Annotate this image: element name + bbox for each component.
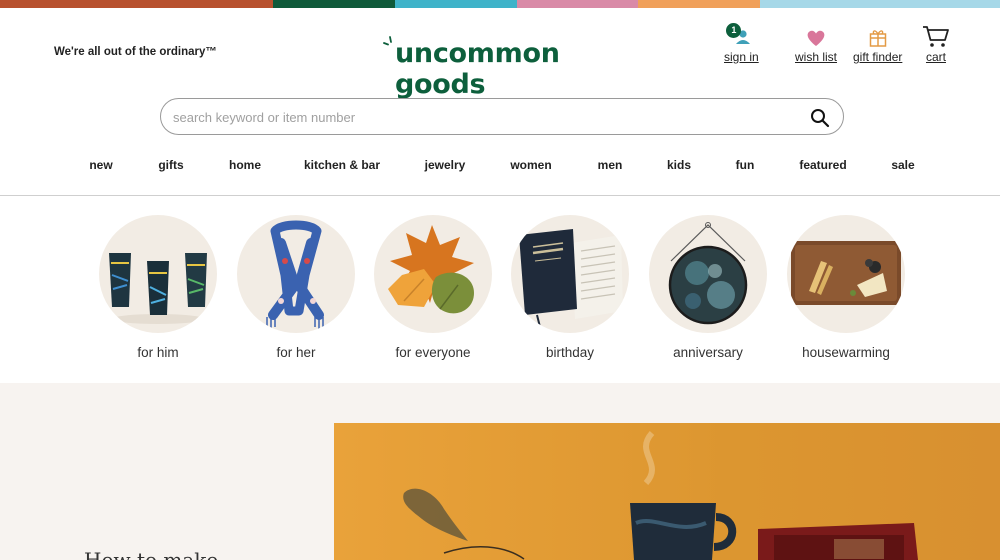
site-logo[interactable]: uncommon goods <box>383 36 643 100</box>
category-for-him[interactable]: for him <box>88 215 228 360</box>
user-icon: 1 <box>726 23 756 48</box>
nav-kitchen-bar[interactable]: kitchen & bar <box>304 158 380 172</box>
search-bar <box>160 98 844 135</box>
stripe-segment <box>517 0 638 8</box>
wish-list-label: wish list <box>795 50 838 64</box>
hero-headline: How to make <box>84 548 219 560</box>
gift-finder-link[interactable]: gift finder <box>853 26 902 64</box>
stripe-segment <box>760 0 1000 8</box>
sign-in-label: sign in <box>724 50 759 64</box>
category-label: for her <box>276 345 316 360</box>
main-nav: new gifts home kitchen & bar jewelry wom… <box>0 158 1000 178</box>
category-housewarming[interactable]: housewarming <box>776 215 916 360</box>
logo-text: uncommon goods <box>395 38 560 100</box>
glass-pendant-image <box>649 215 767 333</box>
gift-finder-label: gift finder <box>853 50 903 64</box>
stripe-segment <box>0 0 273 8</box>
category-label: housewarming <box>802 345 890 360</box>
nav-kids[interactable]: kids <box>667 158 691 172</box>
sign-in-link[interactable]: 1 sign in <box>724 23 759 64</box>
birthday-book-image <box>511 215 629 333</box>
header-divider <box>0 195 1000 196</box>
brand-color-stripe <box>0 0 1000 8</box>
nav-sale[interactable]: sale <box>891 158 914 172</box>
category-birthday[interactable]: birthday <box>500 215 640 360</box>
search-input[interactable] <box>173 107 793 127</box>
nav-home[interactable]: home <box>229 158 261 172</box>
stripe-segment <box>273 0 395 8</box>
cart-label: cart <box>925 50 946 64</box>
nav-gifts[interactable]: gifts <box>158 158 183 172</box>
hero-image[interactable] <box>334 423 1000 560</box>
tagline: We're all out of the ordinary™ <box>54 46 217 58</box>
category-label: birthday <box>545 345 595 360</box>
category-label: for him <box>137 345 179 360</box>
knit-scarf-image <box>237 215 355 333</box>
category-for-her[interactable]: for her <box>226 215 366 360</box>
cart-link[interactable]: cart <box>921 24 951 64</box>
nav-jewelry[interactable]: jewelry <box>425 158 466 172</box>
search-icon[interactable] <box>809 107 831 129</box>
category-anniversary[interactable]: anniversary <box>638 215 778 360</box>
heart-icon <box>801 26 831 48</box>
nav-women[interactable]: women <box>510 158 551 172</box>
nav-featured[interactable]: featured <box>799 158 846 172</box>
nav-new[interactable]: new <box>89 158 112 172</box>
cheese-board-image <box>787 215 905 333</box>
stripe-segment <box>638 0 760 8</box>
wish-list-link[interactable]: wish list <box>795 26 837 64</box>
category-for-everyone[interactable]: for everyone <box>363 215 503 360</box>
category-label: for everyone <box>395 345 471 360</box>
nav-fun[interactable]: fun <box>736 158 755 172</box>
felt-leaves-image <box>374 215 492 333</box>
cart-icon <box>921 24 951 48</box>
nav-men[interactable]: men <box>598 158 623 172</box>
category-label: anniversary <box>673 345 743 360</box>
gift-icon <box>863 26 893 48</box>
stripe-segment <box>395 0 517 8</box>
pint-glasses-image <box>99 215 217 333</box>
